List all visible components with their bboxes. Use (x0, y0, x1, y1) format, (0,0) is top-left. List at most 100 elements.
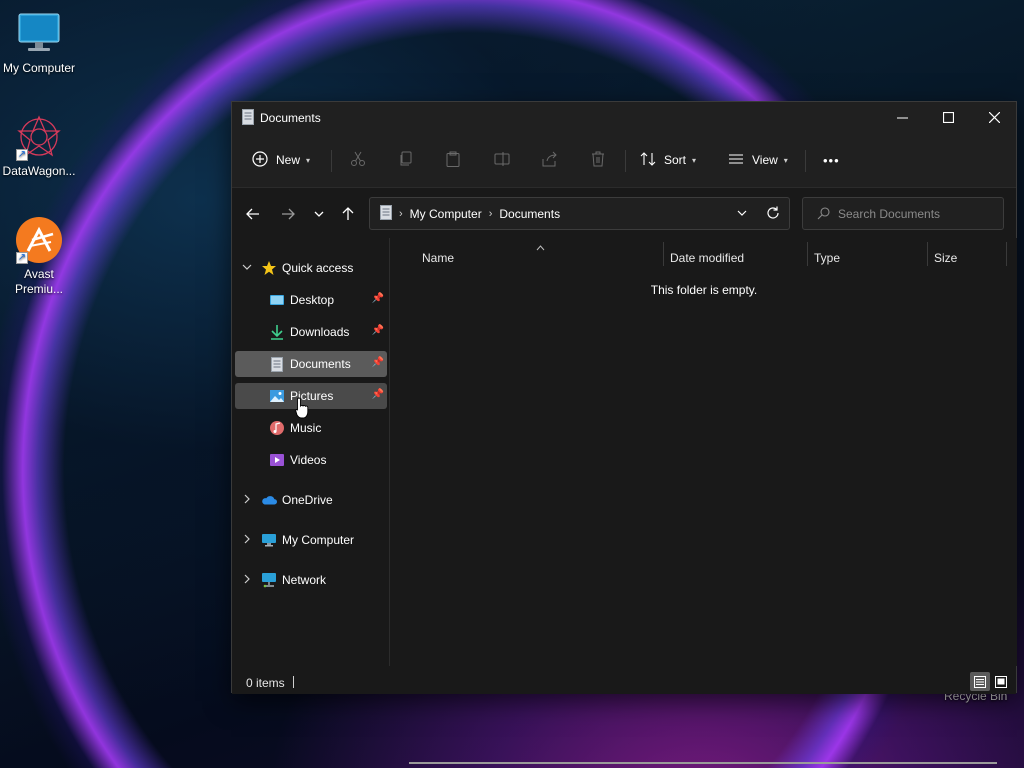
view-label: View (752, 153, 778, 167)
close-button[interactable] (971, 102, 1017, 132)
column-header-type[interactable]: Type (814, 246, 840, 270)
chevron-down-icon: ▾ (692, 155, 697, 165)
sort-button[interactable]: Sort ▾ (640, 146, 696, 174)
tiles-view-icon (995, 675, 1007, 688)
column-header-name[interactable]: Name (422, 246, 454, 270)
maximize-button[interactable] (925, 102, 971, 132)
expand-chevron-icon[interactable] (241, 574, 253, 586)
nav-label: Desktop (290, 293, 335, 307)
list-view-icon (728, 151, 744, 170)
column-divider[interactable] (663, 242, 664, 266)
nav-my-computer[interactable]: My Computer (261, 527, 389, 553)
expand-chevron-icon[interactable] (241, 494, 253, 506)
cut-button[interactable] (350, 146, 366, 174)
forward-button[interactable] (276, 202, 300, 226)
datawagon-icon: ↗ (15, 113, 63, 161)
nav-quick-access[interactable]: Quick access (261, 255, 389, 281)
column-divider[interactable] (807, 242, 808, 266)
toolbar-divider (805, 150, 806, 172)
navigation-pane: Quick access Desktop 📌 Downloads 📌 Docum… (232, 238, 390, 666)
view-button[interactable]: View ▾ (728, 146, 788, 174)
minimize-button[interactable] (879, 102, 925, 132)
address-bar[interactable]: › My Computer › Documents (369, 197, 790, 230)
new-button[interactable]: New ▾ (252, 146, 310, 174)
details-view-button[interactable] (970, 672, 990, 691)
copy-button[interactable] (398, 146, 414, 174)
delete-button[interactable] (590, 146, 606, 174)
music-icon (269, 420, 285, 436)
column-header-date-modified[interactable]: Date modified (670, 246, 744, 270)
search-input[interactable] (838, 206, 998, 221)
nav-label: OneDrive (282, 493, 333, 507)
paste-button[interactable] (445, 146, 461, 174)
trash-icon (590, 151, 606, 170)
copy-icon (398, 151, 414, 170)
hand-cursor-icon (295, 397, 309, 419)
chevron-right-icon: › (488, 207, 493, 220)
search-box[interactable] (802, 197, 1004, 230)
breadcrumb-documents[interactable]: Documents (499, 207, 560, 221)
rename-button[interactable] (494, 146, 510, 174)
recent-locations-button[interactable] (307, 202, 331, 226)
nav-item-pictures[interactable]: Pictures 📌 (235, 383, 387, 409)
document-icon (242, 109, 254, 128)
nav-item-downloads[interactable]: Downloads 📌 (235, 319, 387, 345)
nav-item-documents[interactable]: Documents 📌 (235, 351, 387, 377)
address-row: › My Computer › Documents (232, 188, 1016, 238)
search-icon (817, 207, 830, 220)
desktop-icon-datawagon[interactable]: ↗ DataWagon... (0, 113, 78, 179)
shortcut-arrow-icon: ↗ (16, 149, 28, 161)
plus-circle-icon (252, 150, 268, 170)
nav-label: Network (282, 573, 327, 587)
network-icon (261, 572, 277, 588)
nav-item-videos[interactable]: Videos (235, 447, 387, 473)
horizontal-scrollbar[interactable] (409, 762, 997, 764)
nav-network[interactable]: Network (261, 567, 389, 593)
status-divider (293, 676, 294, 688)
title-bar[interactable]: Documents (232, 102, 1016, 132)
command-bar: New ▾ Sort ▾ View ▾ ••• (232, 132, 1016, 188)
nav-label: Videos (290, 453, 327, 467)
column-divider[interactable] (1006, 242, 1007, 266)
column-header-size[interactable]: Size (934, 246, 957, 270)
nav-item-desktop[interactable]: Desktop 📌 (235, 287, 387, 313)
pin-icon[interactable]: 📌 (372, 325, 384, 336)
pictures-icon (269, 388, 285, 404)
pin-icon[interactable]: 📌 (372, 293, 384, 304)
share-icon (542, 151, 558, 170)
refresh-icon[interactable] (766, 206, 780, 223)
more-options-button[interactable]: ••• (823, 146, 840, 174)
tiles-view-button[interactable] (991, 672, 1011, 691)
up-button[interactable] (336, 202, 360, 226)
column-divider[interactable] (927, 242, 928, 266)
nav-item-music[interactable]: Music (235, 415, 387, 441)
expand-chevron-icon[interactable] (241, 262, 253, 274)
share-button[interactable] (542, 146, 558, 174)
scissors-icon (350, 151, 366, 170)
pin-icon[interactable]: 📌 (372, 357, 384, 368)
downloads-icon (269, 324, 285, 340)
nav-onedrive[interactable]: OneDrive (261, 487, 389, 513)
documents-icon (269, 356, 285, 372)
desktop-icon-avast[interactable]: ↗ Avast Premiu... (0, 216, 78, 297)
nav-label: Quick access (282, 261, 354, 275)
breadcrumb-my-computer[interactable]: My Computer (410, 207, 482, 221)
window-title: Documents (260, 111, 321, 125)
file-explorer-window: Documents New ▾ Sort ▾ View ▾ ••• › My C… (231, 101, 1017, 764)
sort-ascending-icon (536, 240, 545, 254)
back-button[interactable] (241, 202, 265, 226)
avast-icon: ↗ (15, 216, 63, 264)
pin-icon[interactable]: 📌 (372, 389, 384, 400)
empty-folder-message: This folder is empty. (650, 283, 758, 297)
address-history-chevron-icon[interactable] (737, 207, 747, 221)
clipboard-icon (445, 151, 461, 170)
expand-chevron-icon[interactable] (241, 534, 253, 546)
toolbar-divider (331, 150, 332, 172)
item-count: 0 items (246, 676, 285, 690)
chevron-down-icon: ▾ (306, 155, 311, 165)
desktop-icon-label: My Computer (2, 61, 76, 75)
monitor-icon (261, 532, 277, 548)
desktop-icon-my-computer[interactable]: My Computer (0, 10, 78, 76)
details-view-icon (974, 675, 986, 688)
document-icon (380, 204, 392, 223)
